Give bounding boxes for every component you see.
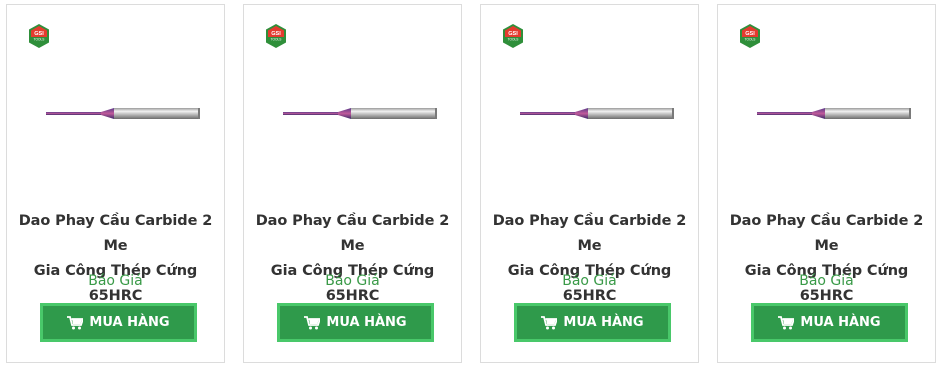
svg-text:TOOLS: TOOLS xyxy=(508,38,519,42)
buy-now-button[interactable]: MUA HÀNG xyxy=(751,303,908,342)
product-card[interactable]: GSI TOOLS Dao Phay Cầu Carbide 2 Me Gia … xyxy=(6,4,225,363)
price-label: Báo Giá xyxy=(799,273,854,289)
svg-text:TOOLS: TOOLS xyxy=(745,38,756,42)
end-mill-product-image[interactable] xyxy=(506,95,676,135)
product-title[interactable]: Dao Phay Cầu Carbide 2 Me Gia Công Thép … xyxy=(724,209,929,309)
shopping-cart-icon xyxy=(304,315,321,329)
svg-text:GSI: GSI xyxy=(745,31,755,37)
buy-button-label: MUA HÀNG xyxy=(326,315,407,330)
buy-now-button[interactable]: MUA HÀNG xyxy=(40,303,197,342)
product-card[interactable]: GSI TOOLS Dao Phay Cầu Carbide 2 Me Gia … xyxy=(243,4,462,363)
gsi-tools-logo: GSI TOOLS xyxy=(740,24,760,48)
product-title[interactable]: Dao Phay Cầu Carbide 2 Me Gia Công Thép … xyxy=(13,209,218,309)
buy-now-button[interactable]: MUA HÀNG xyxy=(277,303,434,342)
buy-button-label: MUA HÀNG xyxy=(800,315,881,330)
svg-text:TOOLS: TOOLS xyxy=(271,38,282,42)
product-card[interactable]: GSI TOOLS Dao Phay Cầu Carbide 2 Me Gia … xyxy=(717,4,936,363)
price-label: Báo Giá xyxy=(88,273,143,289)
price-label: Báo Giá xyxy=(562,273,617,289)
buy-button-label: MUA HÀNG xyxy=(563,315,644,330)
gsi-tools-logo: GSI TOOLS xyxy=(29,24,49,48)
buy-now-button[interactable]: MUA HÀNG xyxy=(514,303,671,342)
product-card[interactable]: GSI TOOLS Dao Phay Cầu Carbide 2 Me Gia … xyxy=(480,4,699,363)
end-mill-product-image[interactable] xyxy=(32,95,202,135)
svg-text:GSI: GSI xyxy=(508,31,518,37)
gsi-tools-logo: GSI TOOLS xyxy=(503,24,523,48)
product-title-line: Dao Phay Cầu Carbide 2 Me xyxy=(255,213,450,254)
product-grid: GSI TOOLS Dao Phay Cầu Carbide 2 Me Gia … xyxy=(0,0,943,370)
product-title-line: Dao Phay Cầu Carbide 2 Me xyxy=(729,213,924,254)
product-title-line: Dao Phay Cầu Carbide 2 Me xyxy=(18,213,213,254)
svg-text:TOOLS: TOOLS xyxy=(34,38,45,42)
end-mill-product-image[interactable] xyxy=(269,95,439,135)
svg-text:GSI: GSI xyxy=(34,31,44,37)
buy-button-label: MUA HÀNG xyxy=(89,315,170,330)
shopping-cart-icon xyxy=(778,315,795,329)
product-title[interactable]: Dao Phay Cầu Carbide 2 Me Gia Công Thép … xyxy=(487,209,692,309)
shopping-cart-icon xyxy=(541,315,558,329)
svg-text:GSI: GSI xyxy=(271,31,281,37)
end-mill-product-image[interactable] xyxy=(743,95,913,135)
shopping-cart-icon xyxy=(67,315,84,329)
product-title-line: Dao Phay Cầu Carbide 2 Me xyxy=(492,213,687,254)
product-title[interactable]: Dao Phay Cầu Carbide 2 Me Gia Công Thép … xyxy=(250,209,455,309)
gsi-tools-logo: GSI TOOLS xyxy=(266,24,286,48)
price-label: Báo Giá xyxy=(325,273,380,289)
